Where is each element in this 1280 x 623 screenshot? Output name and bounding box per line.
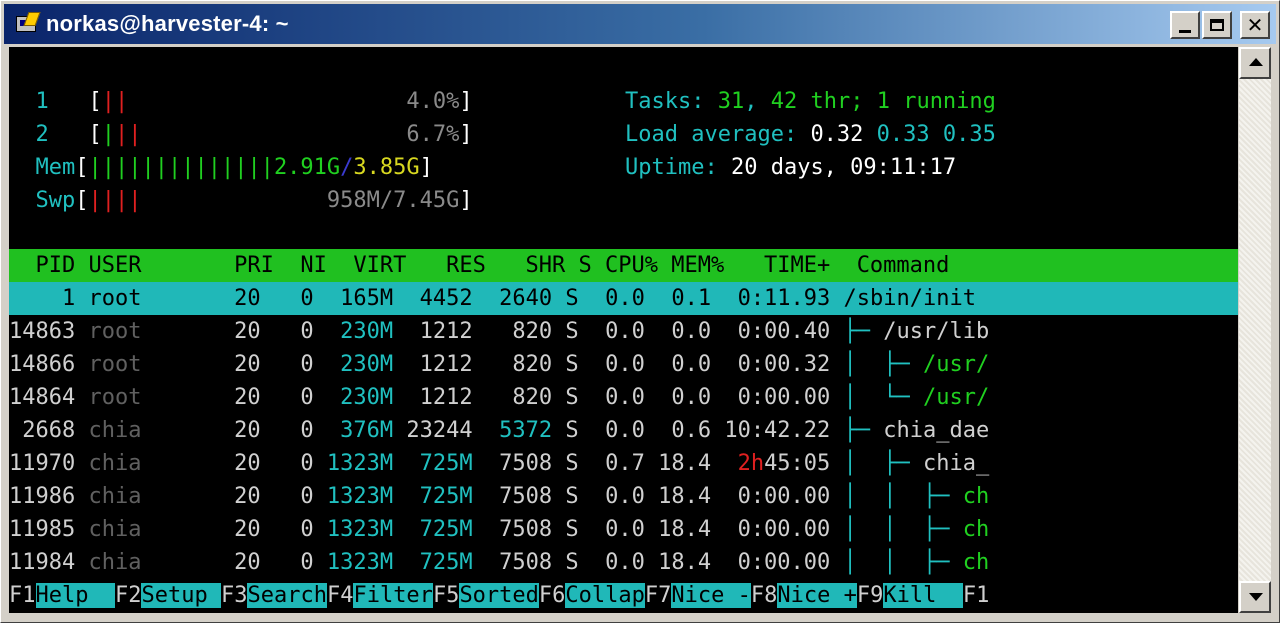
fkey-f10[interactable]: F1: [963, 583, 990, 608]
process-table-header[interactable]: PID USER PRI NI VIRT RES SHR S CPU% MEM%…: [9, 249, 1238, 282]
table-row[interactable]: 1 root 20 0 165M 4452 2640 S 0.0 0.1 0:1…: [9, 282, 1238, 315]
mem-meter: Mem[||||||||||||||2.91G/3.85G]: [35, 155, 433, 180]
cpu1-meter: 1 [|| 4.0%]: [35, 89, 473, 114]
terminal-area[interactable]: 1 [|| 4.0%] 2 [||| 6.7%] Mem[|||||||||||…: [9, 47, 1238, 613]
fkey-filter[interactable]: Filter: [353, 583, 433, 608]
scroll-down-button[interactable]: [1239, 581, 1271, 613]
close-button[interactable]: ✕: [1240, 11, 1270, 39]
fkey-help[interactable]: Help: [35, 583, 115, 608]
putty-icon[interactable]: [12, 10, 41, 38]
fkey-collap[interactable]: Collap: [565, 583, 645, 608]
title-bar[interactable]: norkas@harvester-4: ~ ✕: [4, 4, 1276, 44]
vertical-scrollbar[interactable]: [1239, 47, 1271, 613]
fkey-f3[interactable]: F3: [221, 583, 248, 608]
fkey-sorted[interactable]: Sorted: [459, 583, 539, 608]
cpu2-meter: 2 [||| 6.7%]: [35, 122, 473, 147]
fkey-f2[interactable]: F2: [115, 583, 142, 608]
window-title: norkas@harvester-4: ~: [46, 11, 289, 36]
table-row[interactable]: 14864 root 20 0 230M 1212 820 S 0.0 0.0 …: [9, 381, 989, 414]
swap-meter: Swp[|||| 958M/7.45G]: [35, 188, 473, 213]
scroll-up-button[interactable]: [1239, 47, 1271, 79]
fkey-search[interactable]: Search: [247, 583, 327, 608]
arrow-up-icon: [1249, 58, 1263, 66]
minimize-button[interactable]: [1170, 11, 1200, 39]
maximize-icon: [1210, 19, 1224, 31]
putty-window: norkas@harvester-4: ~ ✕ 1 [|| 4.0%] 2 [|…: [0, 0, 1280, 623]
tasks-summary: Tasks: 31, 42 thr; 1 running: [625, 89, 996, 114]
minimize-icon: [1179, 29, 1191, 33]
maximize-button[interactable]: [1202, 11, 1232, 39]
table-row[interactable]: 2668 chia 20 0 376M 23244 5372 S 0.0 0.6…: [9, 414, 989, 447]
table-row[interactable]: 14863 root 20 0 230M 1212 820 S 0.0 0.0 …: [9, 315, 989, 348]
load-average: Load average: 0.32 0.33 0.35: [625, 122, 996, 147]
close-icon: ✕: [1246, 13, 1264, 37]
fkey-f6[interactable]: F6: [539, 583, 566, 608]
table-row[interactable]: 14866 root 20 0 230M 1212 820 S 0.0 0.0 …: [9, 348, 989, 381]
fkey-nice-minus[interactable]: Nice -: [671, 583, 751, 608]
fkey-f4[interactable]: F4: [327, 583, 354, 608]
fkey-nice-plus[interactable]: Nice +: [777, 583, 857, 608]
fkey-setup[interactable]: Setup: [141, 583, 221, 608]
fkey-f5[interactable]: F5: [433, 583, 460, 608]
function-key-bar: F1Help F2Setup F3SearchF4FilterF5SortedF…: [9, 579, 1238, 612]
fkey-f1[interactable]: F1: [9, 583, 36, 608]
fkey-f9[interactable]: F9: [857, 583, 884, 608]
uptime: Uptime: 20 days, 09:11:17: [625, 155, 957, 180]
fkey-f7[interactable]: F7: [645, 583, 672, 608]
fkey-kill[interactable]: Kill: [883, 583, 963, 608]
table-row[interactable]: 11984 chia 20 0 1323M 725M 7508 S 0.0 18…: [9, 546, 989, 579]
table-row[interactable]: 11970 chia 20 0 1323M 725M 7508 S 0.7 18…: [9, 447, 989, 480]
table-row[interactable]: 11986 chia 20 0 1323M 725M 7508 S 0.0 18…: [9, 480, 989, 513]
table-row[interactable]: 11985 chia 20 0 1323M 725M 7508 S 0.0 18…: [9, 513, 989, 546]
arrow-down-icon: [1249, 593, 1263, 601]
fkey-f8[interactable]: F8: [751, 583, 778, 608]
